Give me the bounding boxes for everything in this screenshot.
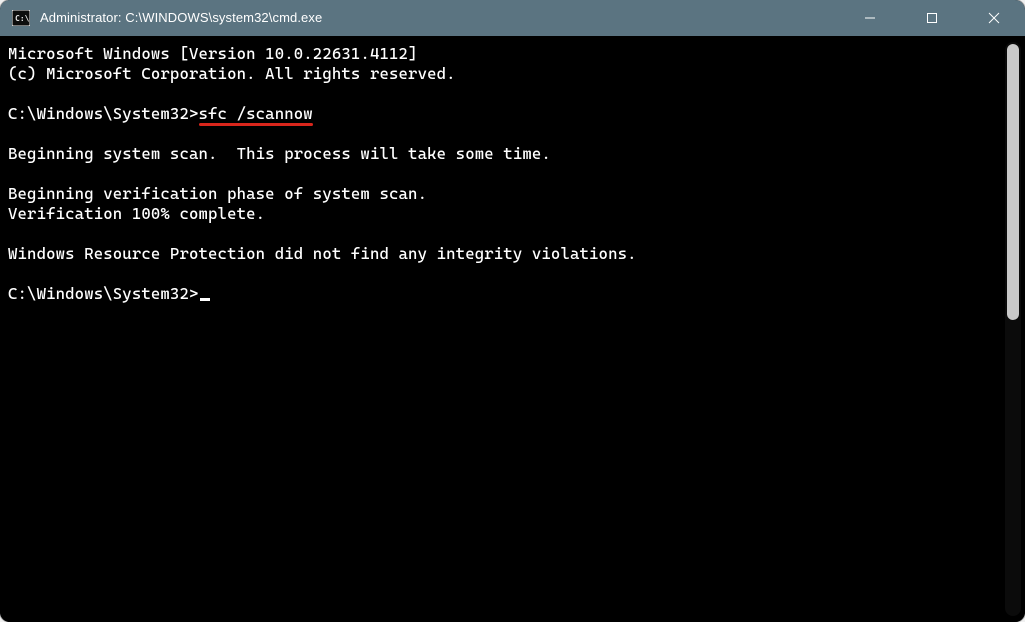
maximize-button[interactable] (901, 0, 963, 36)
terminal-line (8, 264, 995, 284)
window-controls (839, 0, 1025, 36)
terminal-line (8, 164, 995, 184)
terminal-line: Beginning verification phase of system s… (8, 184, 995, 204)
close-button[interactable] (963, 0, 1025, 36)
terminal-line: C:\Windows\System32>sfc /scannow (8, 104, 995, 124)
terminal-line: C:\Windows\System32> (8, 284, 995, 304)
titlebar[interactable]: C:\ Administrator: C:\WINDOWS\system32\c… (0, 0, 1025, 36)
terminal-line: Microsoft Windows [Version 10.0.22631.41… (8, 44, 995, 64)
terminal-line: Beginning system scan. This process will… (8, 144, 995, 164)
terminal-area: Microsoft Windows [Version 10.0.22631.41… (0, 36, 1025, 622)
app-window: C:\ Administrator: C:\WINDOWS\system32\c… (0, 0, 1025, 622)
terminal-line: Windows Resource Protection did not find… (8, 244, 995, 264)
terminal-line: (c) Microsoft Corporation. All rights re… (8, 64, 995, 84)
window-title: Administrator: C:\WINDOWS\system32\cmd.e… (40, 0, 322, 36)
titlebar-left: C:\ Administrator: C:\WINDOWS\system32\c… (0, 0, 839, 36)
terminal-line (8, 124, 995, 144)
typed-command: sfc /scannow (199, 104, 313, 124)
svg-text:C:\: C:\ (15, 14, 30, 23)
scrollbar-thumb[interactable] (1007, 44, 1019, 320)
prompt: C:\Windows\System32> (8, 284, 199, 303)
cursor (200, 298, 210, 301)
prompt: C:\Windows\System32> (8, 104, 199, 123)
terminal-output[interactable]: Microsoft Windows [Version 10.0.22631.41… (0, 36, 1005, 622)
cmd-icon: C:\ (12, 10, 30, 26)
vertical-scrollbar[interactable] (1005, 42, 1021, 616)
terminal-line (8, 84, 995, 104)
terminal-line: Verification 100% complete. (8, 204, 995, 224)
minimize-button[interactable] (839, 0, 901, 36)
terminal-line (8, 224, 995, 244)
